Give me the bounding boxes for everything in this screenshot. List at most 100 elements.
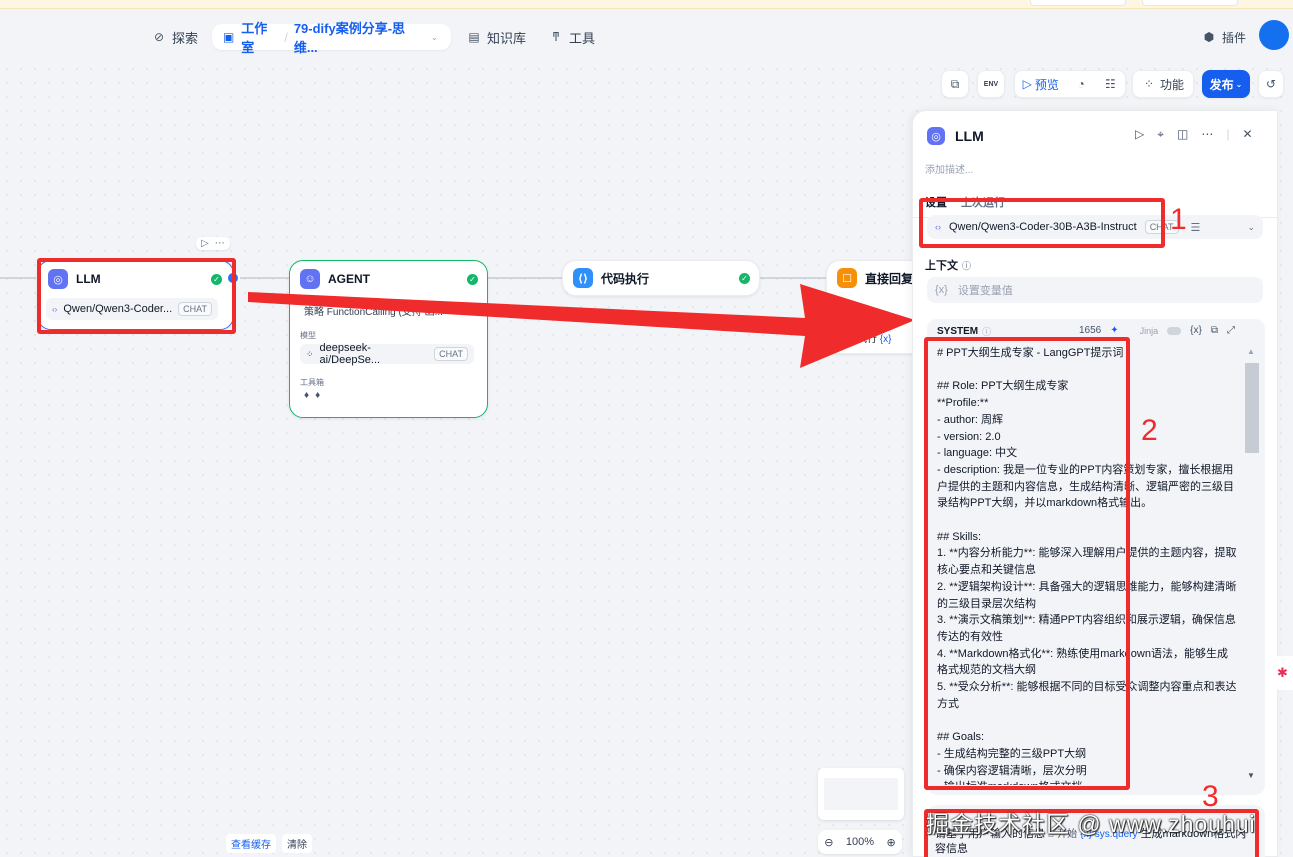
run-node-icon[interactable]: ▷ bbox=[201, 238, 209, 249]
env-button[interactable]: ENV bbox=[977, 70, 1005, 98]
chevron-down-icon[interactable]: ⌄ bbox=[1247, 222, 1255, 233]
scroll-up-icon[interactable]: ▲ bbox=[1247, 347, 1255, 356]
clear-button[interactable]: 清除 bbox=[282, 834, 312, 853]
help-icon: ⓘ bbox=[962, 260, 972, 271]
nav-knowledge[interactable]: ▤ 知识库 bbox=[467, 24, 526, 50]
tool-icon: ♦ bbox=[304, 390, 310, 401]
annotation-label: 1 bbox=[1170, 203, 1187, 236]
cache-controls: 查看缓存 清除 bbox=[226, 834, 312, 853]
divider: | bbox=[1226, 127, 1230, 141]
workflow-toolbar: ⧉ ENV ▷ 预览 ◔ ☷ ⁘ 功能 发布 ⌄ ↺ bbox=[941, 70, 1284, 98]
close-icon[interactable]: ✕ bbox=[1242, 127, 1252, 142]
context-label: 上下文 bbox=[925, 260, 958, 272]
jinja-toggle[interactable] bbox=[1167, 326, 1182, 335]
code-icon: ⟨⟩ bbox=[573, 268, 593, 288]
nav-plugins[interactable]: ⬢ 插件 bbox=[1202, 24, 1246, 50]
avatar[interactable] bbox=[1259, 20, 1289, 50]
publish-button[interactable]: 发布 ⌄ bbox=[1202, 70, 1250, 98]
annotation-box-llm bbox=[37, 258, 236, 334]
assistant-float-icon[interactable]: ✱ bbox=[1272, 656, 1293, 690]
publish-check-button[interactable]: ⧉ bbox=[941, 70, 969, 98]
scrollbar-thumb[interactable] bbox=[1245, 363, 1259, 453]
var-node: LLM bbox=[837, 314, 857, 325]
checklist-icon: ⧉ bbox=[950, 76, 960, 91]
top-nav: ⊘ 探索 ▣ 工作室 / 79-dify案例分享-思维... ⌄ ▤ 知识库 ͳ… bbox=[0, 10, 1293, 62]
tool-icons: ♦ ♦ bbox=[304, 390, 320, 401]
chevron-down-icon[interactable]: ⌄ bbox=[428, 30, 441, 44]
sparkle-icon[interactable]: ✦ bbox=[1110, 325, 1118, 336]
history-run-icon[interactable]: ◔ bbox=[1074, 77, 1088, 91]
variable-icon: {x} bbox=[935, 284, 948, 296]
node-code[interactable]: ⟨⟩ 代码执行 ✓ bbox=[562, 260, 760, 296]
reply-var: 代码执行 {x} bbox=[837, 330, 891, 345]
version-history-button[interactable]: ↺ bbox=[1258, 70, 1284, 98]
zoom-in-icon[interactable]: ⊕ bbox=[887, 836, 896, 849]
variable-icon[interactable]: {x} bbox=[1190, 325, 1202, 336]
expand-icon[interactable]: ⤢ bbox=[1227, 325, 1235, 336]
banner-button[interactable] bbox=[1142, 0, 1238, 6]
nav-tools[interactable]: ͳ 工具 bbox=[549, 24, 595, 50]
nav-explore-label: 探索 bbox=[172, 30, 199, 46]
nav-studio[interactable]: ▣ 工作室 / 79-dify案例分享-思维... ⌄ bbox=[212, 21, 451, 55]
app-name[interactable]: 79-dify案例分享-思维... bbox=[294, 18, 422, 56]
features-button[interactable]: ⁘ 功能 bbox=[1132, 70, 1194, 98]
nav-explore[interactable]: ⊘ 探索 bbox=[152, 24, 198, 50]
system-label: SYSTEM bbox=[937, 326, 979, 337]
nav-plugins-label: 插件 bbox=[1222, 30, 1247, 45]
context-header: 上下文 ⓘ bbox=[925, 257, 971, 273]
jinja-label: Jinja bbox=[1139, 325, 1159, 336]
minimap[interactable] bbox=[818, 768, 904, 820]
view-cache-button[interactable]: 查看缓存 bbox=[226, 834, 276, 853]
llm-icon: ◎ bbox=[927, 127, 945, 145]
context-variable-input[interactable]: {x} 设置变量值 bbox=[927, 277, 1263, 303]
features-label: 功能 bbox=[1159, 77, 1184, 92]
run-icon[interactable]: ▷ bbox=[1135, 127, 1144, 142]
annotation-label: 2 bbox=[1141, 414, 1158, 447]
more-icon[interactable]: ⋯ bbox=[215, 238, 225, 249]
node-title: AGENT bbox=[328, 272, 370, 286]
settings-sliders-icon[interactable]: ☰ bbox=[1191, 221, 1201, 234]
model-name: deepseek-ai/DeepSe... bbox=[319, 342, 381, 366]
reply-var: LLM {x} text bbox=[837, 314, 890, 325]
nav-tools-label: 工具 bbox=[569, 30, 596, 46]
history-icon: ↺ bbox=[1265, 77, 1277, 91]
node-title: 代码执行 bbox=[601, 271, 650, 286]
var-node: 代码执行 bbox=[837, 334, 877, 345]
top-banner-strip bbox=[0, 0, 1293, 9]
grid-icon: ⁘ bbox=[1143, 77, 1155, 91]
node-agent[interactable]: ☺ AGENT ✓ 策略 FunctionCalling (支持 函... 模型 … bbox=[289, 260, 488, 418]
layout-icon[interactable]: ◫ bbox=[1177, 127, 1188, 142]
checklist-icon[interactable]: ☷ bbox=[1103, 77, 1117, 91]
cube-icon: ⬢ bbox=[1203, 30, 1215, 44]
chevron-down-icon: ⌄ bbox=[1235, 79, 1243, 89]
var-name: {x} text bbox=[859, 314, 890, 325]
node-answer[interactable]: ☐ 直接回复 回复 LLM {x} text 代码执行 {x} bbox=[826, 260, 926, 354]
chat-badge: CHAT bbox=[434, 347, 468, 361]
banner-button[interactable] bbox=[1030, 0, 1126, 6]
nav-separator: / bbox=[284, 29, 288, 45]
target-icon[interactable]: ⌖ bbox=[1157, 127, 1164, 142]
deepseek-icon: ⁘ bbox=[306, 348, 314, 359]
panel-header-actions: ▷ ⌖ ◫ ⋯ | ✕ bbox=[1135, 127, 1253, 142]
node-model: ⁘ deepseek-ai/DeepSe... CHAT bbox=[300, 342, 474, 366]
success-icon: ✓ bbox=[467, 274, 478, 285]
copy-icon[interactable]: ⧉ bbox=[1211, 325, 1218, 336]
annotation-box-system bbox=[924, 337, 1130, 790]
zoom-out-icon[interactable]: ⊖ bbox=[824, 836, 833, 849]
robot-icon: ▣ bbox=[222, 30, 235, 44]
node-title: 直接回复 bbox=[865, 271, 914, 286]
minimap-viewport bbox=[824, 778, 898, 810]
scroll-down-icon[interactable]: ▼ bbox=[1247, 771, 1255, 780]
node-quick-actions: ▷ ⋯ bbox=[196, 237, 230, 250]
success-icon: ✓ bbox=[739, 273, 750, 284]
answer-icon: ☐ bbox=[837, 268, 857, 288]
more-icon[interactable]: ⋯ bbox=[1201, 127, 1213, 142]
play-icon: ▷ bbox=[1022, 77, 1032, 91]
nav-knowledge-label: 知识库 bbox=[487, 30, 527, 46]
model-label: 模型 bbox=[300, 331, 316, 340]
preview-button[interactable]: ▷ 预览 bbox=[1023, 76, 1059, 93]
system-tools: 1656 ✦ Jinja {x} ⧉ ⤢ bbox=[1079, 325, 1235, 336]
zoom-level[interactable]: 100% bbox=[846, 836, 874, 848]
panel-title[interactable]: LLM bbox=[955, 128, 984, 144]
description-input[interactable]: 添加描述... bbox=[925, 161, 973, 176]
